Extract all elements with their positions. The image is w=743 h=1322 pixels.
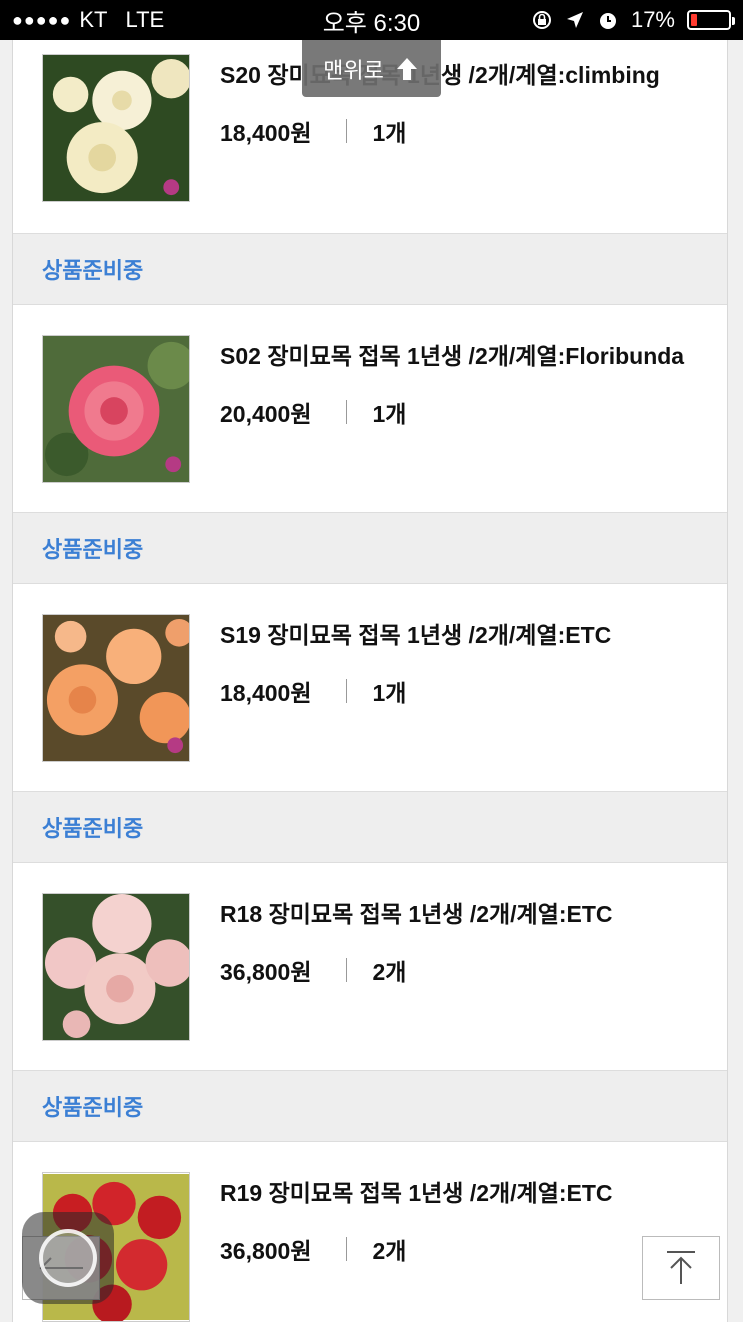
network-type: LTE [125, 7, 165, 32]
peach-rose-image [43, 615, 189, 761]
order-status-row: 상품준비중 [13, 1070, 727, 1142]
divider [345, 400, 347, 424]
scroll-to-top-tooltip[interactable]: 맨위로 [302, 40, 441, 97]
product-quantity: 1개 [372, 680, 407, 706]
divider [345, 958, 347, 982]
product-price: 36,800원 [220, 959, 312, 985]
price-qty-row: 36,800원 2개 [220, 953, 406, 987]
assistive-touch-button[interactable] [22, 1212, 114, 1304]
status-right: 17% [531, 7, 735, 33]
product-price: 18,400원 [220, 120, 312, 146]
status-left: ●●●●● KT LTE [12, 7, 164, 33]
product-quantity: 2개 [372, 959, 407, 985]
light-pink-rose-image [43, 894, 189, 1040]
product-title[interactable]: S19 장미묘목 접목 1년생 /2개/계열:ETC [220, 616, 611, 650]
product-image[interactable] [42, 893, 190, 1041]
price-qty-row: 18,400원 1개 [220, 114, 406, 148]
order-status-row: 상품준비중 [13, 791, 727, 863]
product-title[interactable]: R18 장미묘목 접목 1년생 /2개/계열:ETC [220, 895, 613, 929]
battery-icon [687, 10, 735, 30]
ios-status-bar: ●●●●● KT LTE 오후 6:30 17% [0, 0, 743, 40]
product-quantity: 1개 [372, 120, 407, 146]
scroll-top-button[interactable] [642, 1236, 720, 1300]
product-title[interactable]: R19 장미묘목 접목 1년생 /2개/계열:ETC [220, 1174, 613, 1208]
order-status-row: 상품준비중 [13, 512, 727, 584]
order-status-row: 상품준비중 [13, 233, 727, 305]
price-qty-row: 36,800원 2개 [220, 1232, 406, 1266]
order-status: 상품준비중 [42, 1095, 144, 1120]
price-qty-row: 20,400원 1개 [220, 395, 406, 429]
white-rose-image [43, 55, 189, 201]
product-price: 20,400원 [220, 401, 312, 427]
product-quantity: 2개 [372, 1238, 407, 1264]
signal-icon: ●●●●● [12, 9, 72, 30]
arrow-to-top-icon [667, 1251, 695, 1284]
divider [345, 1237, 347, 1261]
pink-rose-image [43, 336, 189, 482]
product-title[interactable]: S02 장미묘목 접목 1년생 /2개/계열:Floribunda [220, 337, 684, 371]
scroll-to-top-label: 맨위로 [323, 57, 384, 83]
order-status: 상품준비중 [42, 537, 144, 562]
rotation-lock-icon [532, 11, 551, 29]
order-list: S20 장미묘목 접목 1년생 /2개/계열:climbing 18,400원 … [12, 40, 728, 1322]
assistive-touch-icon [39, 1229, 97, 1287]
product-image[interactable] [42, 335, 190, 483]
alarm-icon [599, 13, 616, 29]
battery-percent: 17% [630, 7, 675, 32]
product-price: 18,400원 [220, 680, 312, 706]
divider [345, 119, 347, 143]
location-arrow-icon [566, 12, 583, 28]
product-image[interactable] [42, 54, 190, 202]
product-price: 36,800원 [220, 1238, 312, 1264]
carrier: KT [79, 7, 108, 32]
order-status: 상품준비중 [42, 258, 144, 283]
divider [345, 679, 347, 703]
order-item[interactable]: R18 장미묘목 접목 1년생 /2개/계열:ETC 36,800원 2개 [13, 863, 727, 1070]
price-qty-row: 18,400원 1개 [220, 674, 406, 708]
order-item[interactable]: S19 장미묘목 접목 1년생 /2개/계열:ETC 18,400원 1개 [13, 584, 727, 791]
order-status: 상품준비중 [42, 816, 144, 841]
order-item[interactable]: R19 장미묘목 접목 1년생 /2개/계열:ETC 36,800원 2개 [13, 1142, 727, 1322]
product-quantity: 1개 [372, 401, 407, 427]
arrow-up-icon [396, 57, 417, 80]
order-item[interactable]: S02 장미묘목 접목 1년생 /2개/계열:Floribunda 20,400… [13, 305, 727, 512]
product-image[interactable] [42, 614, 190, 762]
